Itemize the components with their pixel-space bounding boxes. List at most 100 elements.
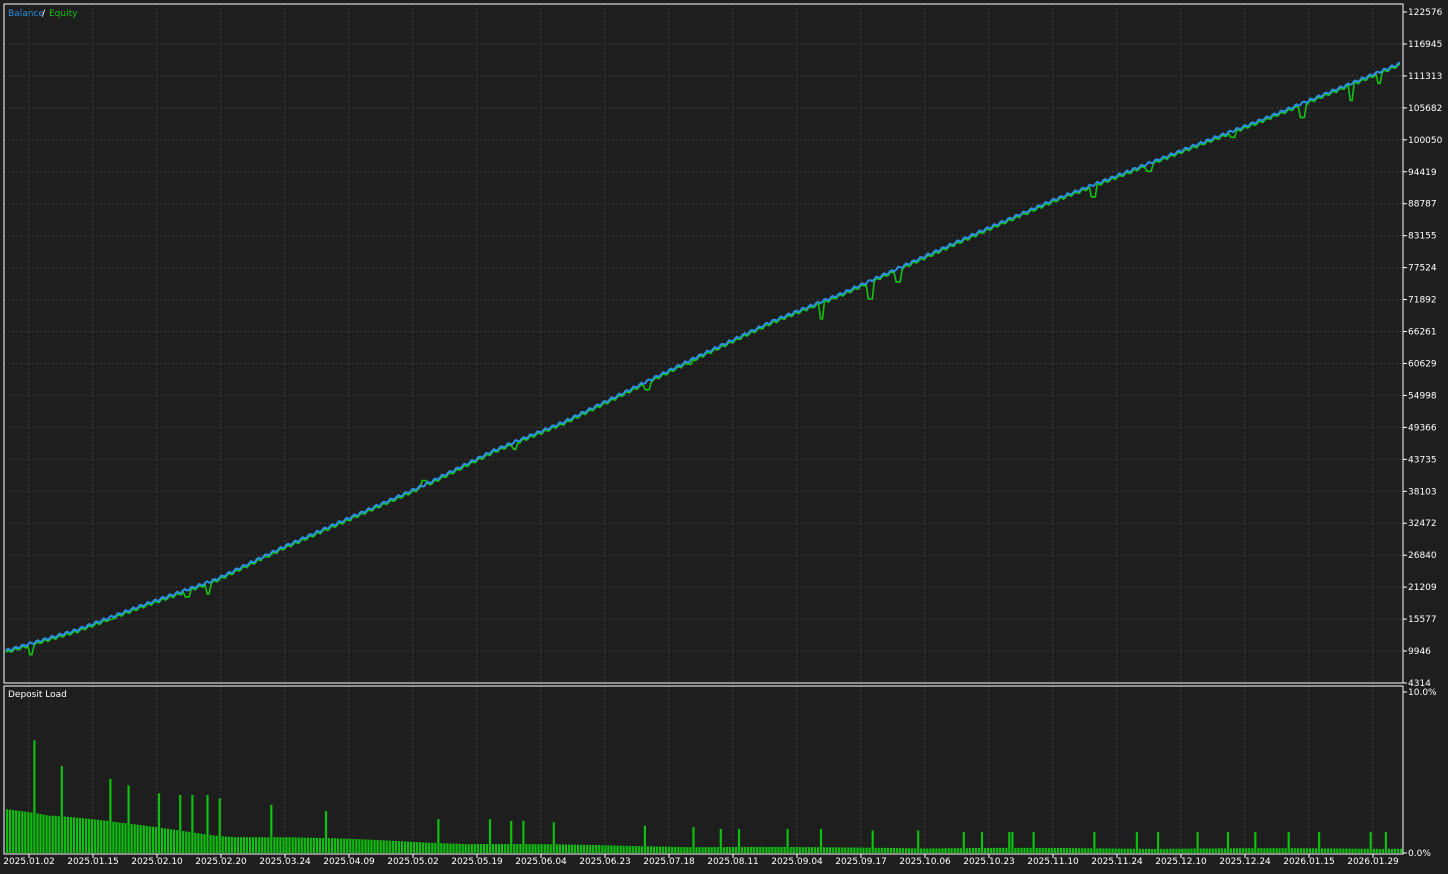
deposit-load-bar xyxy=(182,831,185,853)
deposit-load-bar xyxy=(819,828,823,853)
deposit-load-bar xyxy=(519,844,522,853)
deposit-load-bar xyxy=(464,844,467,853)
deposit-load-bar xyxy=(862,847,865,853)
x-tick-label: 2025.06.23 xyxy=(579,857,631,867)
deposit-load-bar xyxy=(276,837,279,853)
deposit-load-bar xyxy=(932,848,935,853)
deposit-load-bar xyxy=(176,830,179,853)
deposit-load-bar xyxy=(1144,848,1148,853)
x-tick-label: 2025.07.18 xyxy=(643,857,695,867)
deposit-load-bar xyxy=(461,844,464,853)
deposit-load-bar xyxy=(1102,848,1105,853)
sub-y-tick-label: 10.0% xyxy=(1408,688,1437,698)
deposit-load-bar xyxy=(121,822,124,853)
y-tick-label: 83155 xyxy=(1408,232,1437,242)
deposit-load-bar xyxy=(285,837,288,853)
deposit-load-bar xyxy=(1242,848,1245,853)
deposit-load-bar xyxy=(610,845,613,853)
deposit-load-bar xyxy=(777,846,780,853)
deposit-load-bar xyxy=(1035,847,1038,853)
deposit-load-bar xyxy=(1315,848,1318,853)
x-tick-label: 2025.10.23 xyxy=(963,857,1015,867)
deposit-load-bar xyxy=(300,837,303,853)
deposit-load-bar xyxy=(901,848,905,853)
deposit-load-bar xyxy=(504,844,507,853)
deposit-load-bar xyxy=(1226,832,1230,853)
deposit-load-bar xyxy=(1005,847,1008,853)
deposit-load-bar xyxy=(1041,847,1044,853)
deposit-load-bar xyxy=(200,833,203,853)
deposit-load-bar xyxy=(573,844,577,853)
deposit-load-bar xyxy=(628,845,631,853)
deposit-load-bar xyxy=(179,795,182,853)
sub-panel-title: Deposit Load xyxy=(8,690,67,700)
deposit-load-bar xyxy=(1047,848,1050,853)
deposit-load-bar xyxy=(1324,848,1327,853)
deposit-load-bar xyxy=(255,837,258,853)
deposit-load-bar xyxy=(637,846,640,853)
deposit-load-bar xyxy=(741,847,744,853)
deposit-load-bar xyxy=(926,848,929,853)
deposit-load-bar xyxy=(57,816,60,853)
deposit-load-bar xyxy=(115,822,118,853)
deposit-load-bar xyxy=(686,847,689,853)
deposit-load-bar xyxy=(1141,848,1145,853)
deposit-load-bar xyxy=(109,778,112,853)
deposit-load-bar xyxy=(388,840,391,853)
deposit-load-bar xyxy=(1308,848,1312,853)
deposit-load-bar xyxy=(965,848,968,853)
deposit-load-bar xyxy=(665,846,668,853)
deposit-load-bar xyxy=(403,841,407,853)
deposit-load-bar xyxy=(215,835,218,853)
deposit-load-bar xyxy=(722,847,725,853)
y-tick-label: 111313 xyxy=(1408,72,1442,82)
deposit-load-bar xyxy=(829,847,832,853)
deposit-load-bar xyxy=(652,846,656,853)
x-tick-label: 2025.09.04 xyxy=(771,857,823,867)
deposit-load-bar xyxy=(1336,848,1339,853)
deposit-load-bar xyxy=(531,844,534,853)
deposit-load-bar xyxy=(437,819,440,853)
deposit-load-bar xyxy=(914,848,917,853)
deposit-load-bar xyxy=(528,844,531,853)
deposit-load-bar xyxy=(170,829,173,853)
deposit-load-bar xyxy=(1257,848,1260,853)
deposit-load-bar xyxy=(130,824,133,853)
deposit-load-bar xyxy=(683,847,686,853)
deposit-load-bar xyxy=(847,847,850,853)
deposit-load-bar xyxy=(668,846,671,853)
deposit-load-bar xyxy=(112,821,115,853)
deposit-load-bar xyxy=(689,847,692,853)
deposit-load-bar xyxy=(1293,848,1296,853)
deposit-load-bar xyxy=(245,837,249,853)
deposit-load-bar xyxy=(701,847,704,853)
deposit-load-bar xyxy=(616,845,619,853)
deposit-load-bar xyxy=(1002,847,1005,853)
deposit-load-bar xyxy=(485,844,489,853)
deposit-load-bar xyxy=(716,847,719,853)
deposit-load-bar xyxy=(431,842,434,853)
x-tick-label: 2025.05.02 xyxy=(387,857,439,867)
deposit-load-bar xyxy=(227,836,230,853)
deposit-load-bar xyxy=(54,815,57,853)
deposit-load-bar xyxy=(1069,848,1072,853)
deposit-load-bar xyxy=(792,847,795,853)
deposit-load-bar xyxy=(397,841,400,853)
deposit-load-bar xyxy=(944,848,947,853)
deposit-load-bar xyxy=(816,847,820,853)
deposit-load-bar xyxy=(1096,848,1099,853)
deposit-load-bar xyxy=(768,846,771,853)
deposit-load-bar xyxy=(631,846,634,853)
deposit-load-bar xyxy=(762,846,765,853)
deposit-load-bar xyxy=(273,837,276,853)
deposit-load-bar xyxy=(467,844,470,853)
deposit-load-bar xyxy=(1135,832,1138,853)
deposit-load-bar xyxy=(832,847,835,853)
deposit-load-bar xyxy=(920,848,923,853)
deposit-load-bar xyxy=(883,847,886,853)
deposit-load-bar xyxy=(100,820,103,853)
deposit-load-bar xyxy=(236,837,239,853)
deposit-load-bar xyxy=(1151,848,1154,853)
deposit-load-bar xyxy=(422,842,425,853)
deposit-load-bar xyxy=(391,840,394,853)
